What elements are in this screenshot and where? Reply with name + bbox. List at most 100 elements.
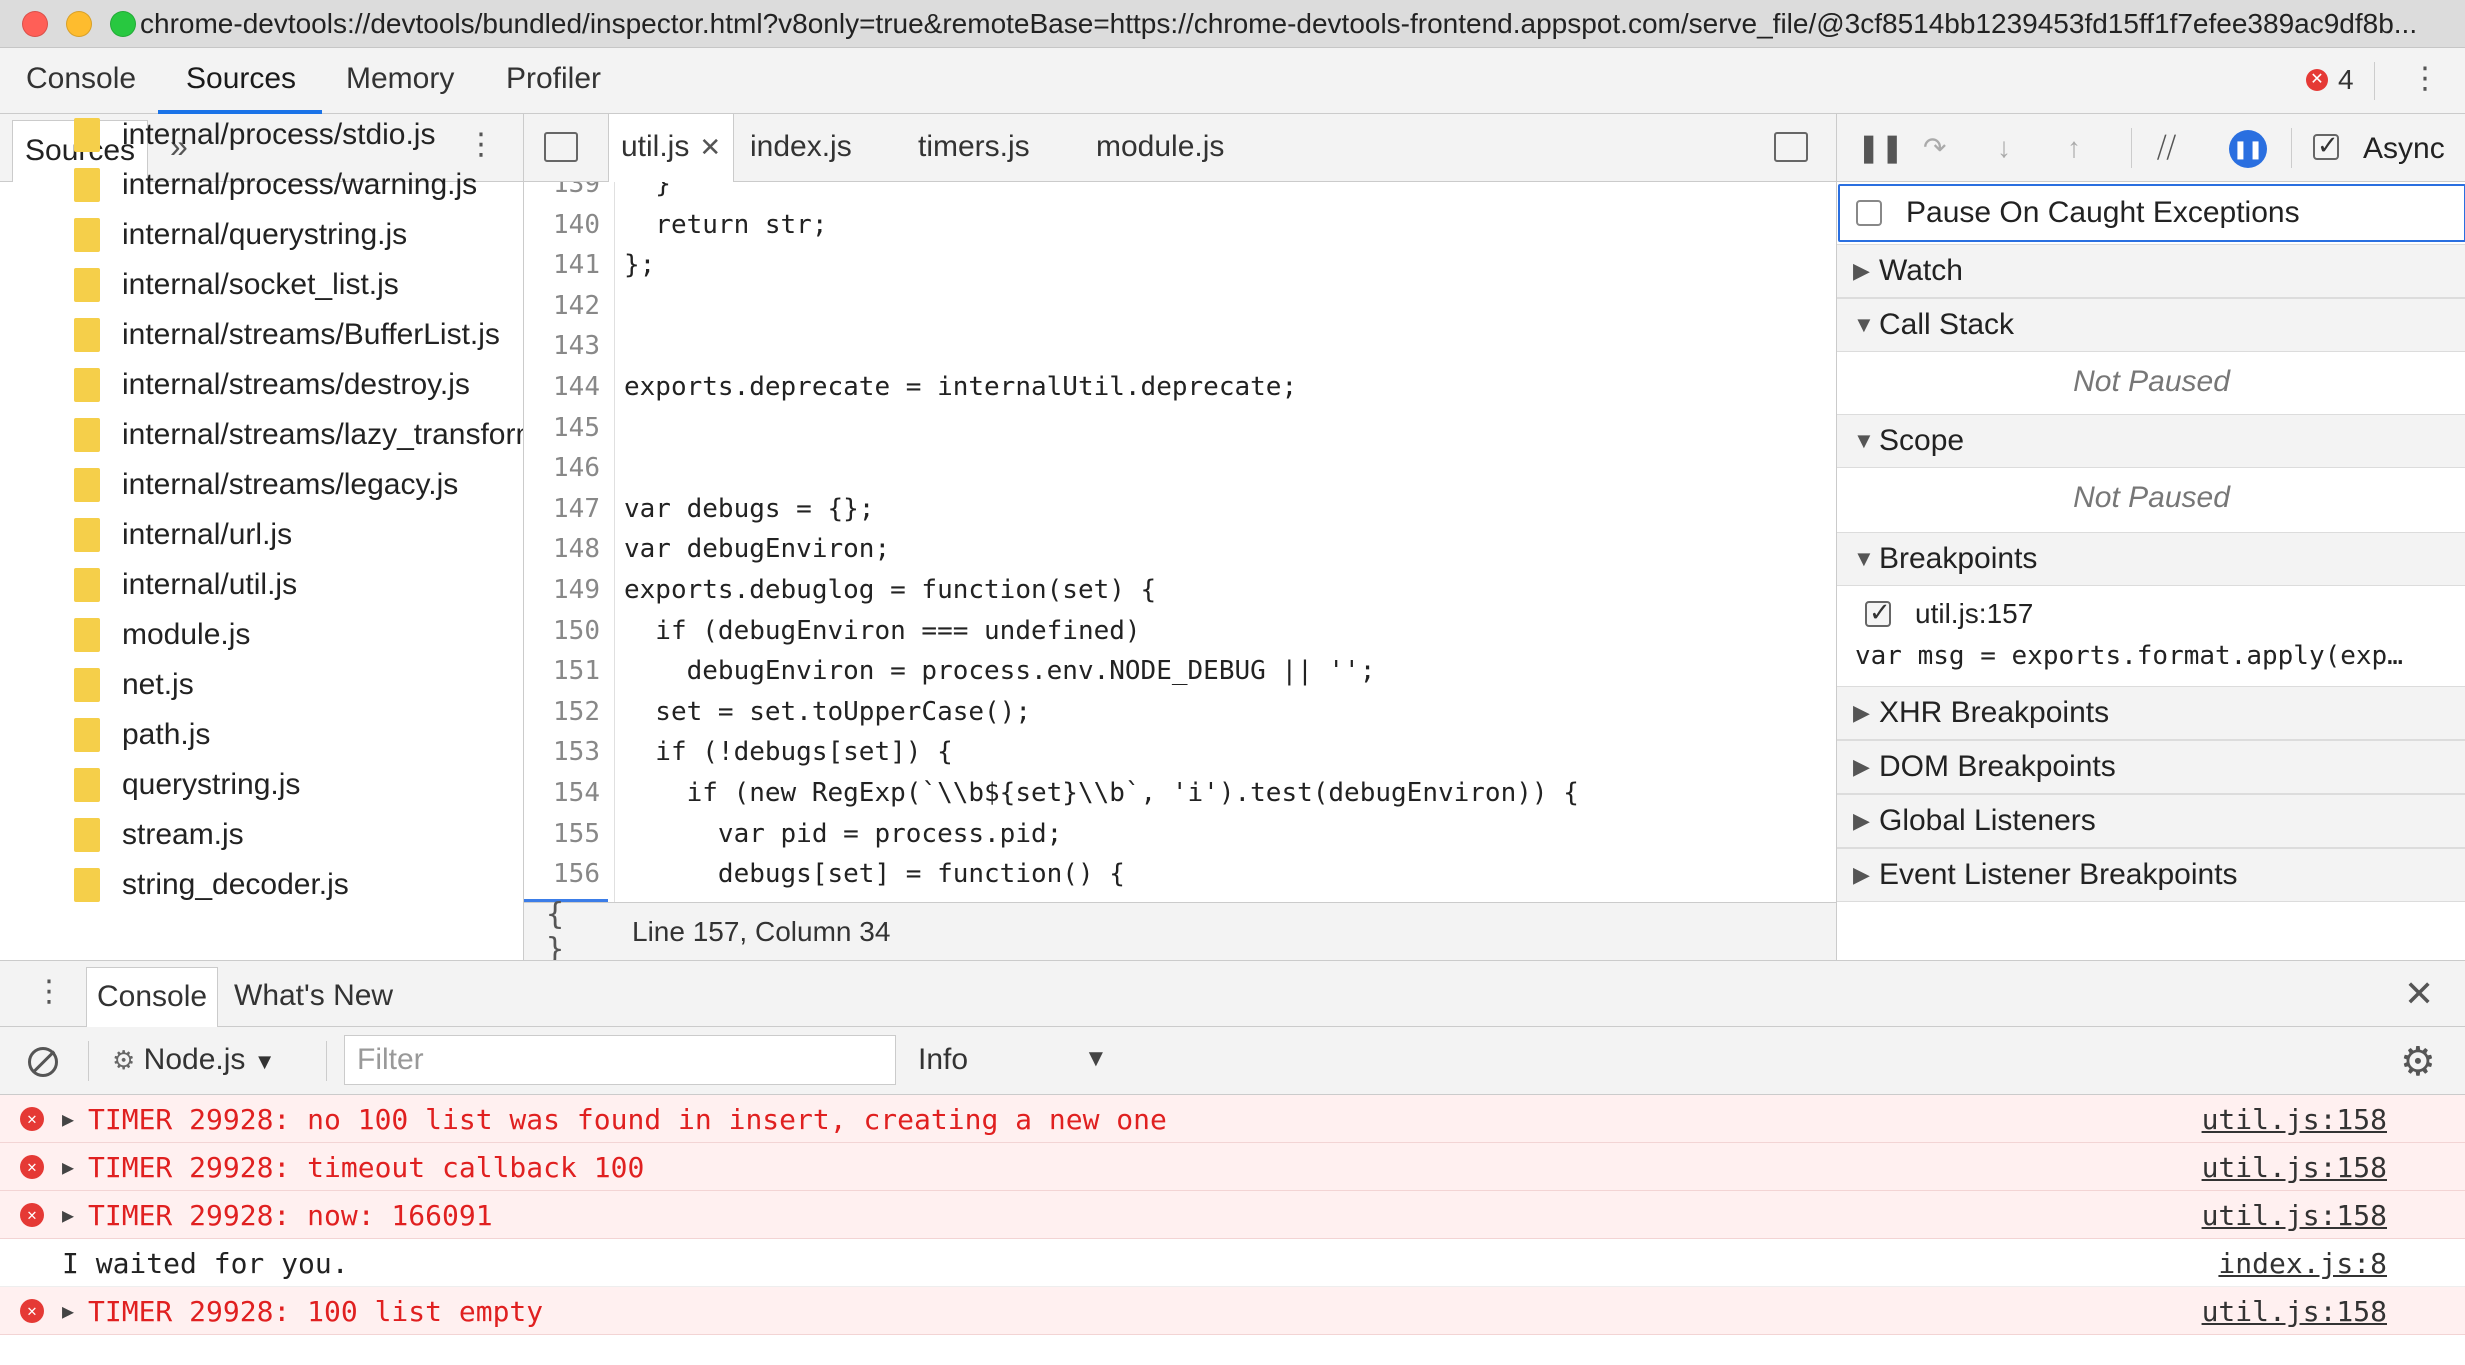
file-tree-item[interactable]: internal/streams/lazy_transform.js [0,410,523,460]
file-tree-item[interactable]: internal/streams/destroy.js [0,360,523,410]
message-source-link[interactable]: util.js:158 [2202,1151,2387,1184]
chevron-down-icon[interactable]: ▼ [1084,1045,1108,1073]
tab-console[interactable]: Console [26,48,136,114]
line-number[interactable]: 141 [524,249,608,281]
code-line[interactable]: 144 exports.deprecate = internalUtil.depr… [524,371,1836,403]
error-counter[interactable]: ✕ 4 [2306,64,2354,96]
file-tree-item[interactable]: internal/querystring.js [0,210,523,260]
code-line[interactable]: 139 } [524,182,1836,200]
file-tree-item[interactable]: stream.js [0,810,523,860]
line-number[interactable]: 147 [524,493,608,525]
scope-section[interactable]: ▼ Scope [1837,414,2465,468]
line-number[interactable]: 140 [524,209,608,241]
file-tree-item[interactable]: path.js [0,710,523,760]
event-listener-breakpoints-section[interactable]: ▶ Event Listener Breakpoints [1837,848,2465,902]
line-number[interactable]: 149 [524,574,608,606]
pause-on-exceptions-icon[interactable]: ❚❚ [2229,130,2267,168]
tab-sources[interactable]: Sources [157,48,323,114]
file-tree-item[interactable]: internal/streams/legacy.js [0,460,523,510]
code-line[interactable]: 141}; [524,249,1836,281]
context-selector[interactable]: ⚙ Node.js ▼ [112,1043,276,1077]
call-stack-section[interactable]: ▼ Call Stack [1837,298,2465,352]
code-line[interactable]: 153 if (!debugs[set]) { [524,736,1836,768]
tab-profiler[interactable]: Profiler [506,48,601,114]
console-message[interactable]: ✕ ▶ TIMER 29928: timeout callback 100 util.… [0,1143,2465,1191]
line-number[interactable]: 154 [524,777,608,809]
toggle-navigator-icon[interactable] [544,132,578,162]
line-number[interactable]: 143 [524,330,608,362]
filter-input[interactable] [344,1035,896,1085]
file-tree-item[interactable]: net.js [0,660,523,710]
console-message[interactable]: ✕ ▶ TIMER 29928: now: 166091 util.js:158 [0,1191,2465,1239]
file-tree-item[interactable]: internal/process/warning.js [0,160,523,210]
close-window-button[interactable] [22,10,48,37]
clear-console-icon[interactable] [28,1047,58,1077]
zoom-window-button[interactable] [110,10,136,37]
line-number[interactable]: 151 [524,655,608,687]
code-view[interactable]: 139 } 140 return str; 141}; 142 143 144 export… [524,182,1836,902]
drawer-tab-whats-new[interactable]: What's New [224,967,403,1027]
message-source-link[interactable]: index.js:8 [2218,1247,2387,1280]
editor-tab-util[interactable]: util.js ✕ [608,114,735,182]
expand-icon[interactable]: ▶ [62,1299,74,1323]
watch-section[interactable]: ▶ Watch [1837,244,2465,298]
global-listeners-section[interactable]: ▶ Global Listeners [1837,794,2465,848]
console-settings-icon[interactable]: ⚙ [2400,1039,2436,1085]
xhr-breakpoints-section[interactable]: ▶ XHR Breakpoints [1837,686,2465,740]
drawer-tab-console[interactable]: Console [86,967,219,1027]
toggle-debugger-icon[interactable] [1774,132,1808,162]
code-line[interactable]: 148 var debugEnviron; [524,533,1836,565]
log-level-selector[interactable]: Info [918,1043,968,1077]
console-message[interactable]: ✕ ▶ TIMER 29928: 100 list empty util.js:158 [0,1287,2465,1335]
deactivate-breakpoints-icon[interactable]: ⧸⧸ [2157,134,2176,162]
expand-icon[interactable]: ▶ [62,1203,74,1227]
pause-icon[interactable]: ❚❚ [1857,134,1904,162]
code-line[interactable]: 146 [524,452,1836,484]
file-tree-item[interactable]: internal/util.js [0,560,523,610]
line-number[interactable]: 142 [524,290,608,322]
editor-tab-index[interactable]: index.js [750,114,852,182]
breakpoint-checkbox[interactable] [1865,597,1891,628]
pause-on-caught-checkbox[interactable] [1856,200,1882,226]
file-tree-item[interactable]: internal/socket_list.js [0,260,523,310]
file-tree-item[interactable]: internal/streams/BufferList.js [0,310,523,360]
close-drawer-icon[interactable]: ✕ [2404,973,2434,1015]
message-source-link[interactable]: util.js:158 [2202,1199,2387,1232]
code-line[interactable]: 156 debugs[set] = function() { [524,858,1836,890]
line-number[interactable]: 153 [524,736,608,768]
file-tree-item[interactable]: querystring.js [0,760,523,810]
minimize-window-button[interactable] [66,10,92,37]
line-number[interactable]: 146 [524,452,608,484]
line-number[interactable]: 156 [524,858,608,890]
line-number[interactable]: 155 [524,818,608,850]
file-tree-item[interactable]: module.js [0,610,523,660]
pause-on-caught-exceptions-row[interactable]: Pause On Caught Exceptions [1838,184,2465,242]
close-tab-icon[interactable]: ✕ [699,132,721,162]
code-line[interactable]: 145 [524,412,1836,444]
line-number[interactable]: 145 [524,412,608,444]
dom-breakpoints-section[interactable]: ▶ DOM Breakpoints [1837,740,2465,794]
drawer-menu-icon[interactable]: ⋮ [34,977,64,1007]
console-message[interactable]: I waited for you. index.js:8 [0,1239,2465,1287]
pretty-print-button[interactable]: { } [546,897,590,967]
editor-tab-module[interactable]: module.js [1096,114,1224,182]
tab-memory[interactable]: Memory [346,48,454,114]
async-checkbox[interactable] [2313,130,2339,161]
code-line[interactable]: 150 if (debugEnviron === undefined) [524,615,1836,647]
code-line[interactable]: 142 [524,290,1836,322]
code-line[interactable]: 140 return str; [524,209,1836,241]
message-source-link[interactable]: util.js:158 [2202,1103,2387,1136]
console-message[interactable]: ✕ ▶ TIMER 29928: no 100 list was found in … [0,1095,2465,1143]
code-line[interactable]: 143 [524,330,1836,362]
message-source-link[interactable]: util.js:158 [2202,1295,2387,1328]
file-tree-item[interactable]: internal/process/stdio.js [0,114,523,160]
code-line[interactable]: 147 var debugs = {}; [524,493,1836,525]
code-line[interactable]: 154 if (new RegExp(`\\b${set}\\b`, 'i').… [524,777,1836,809]
more-options-icon[interactable]: ⋮ [2410,64,2440,94]
breakpoint-item[interactable]: util.js:157 [1837,592,2465,636]
step-over-icon[interactable]: ↷ [1923,134,1946,162]
line-number[interactable]: 150 [524,615,608,647]
line-number[interactable]: 148 [524,533,608,565]
code-line[interactable]: 151 debugEnviron = process.env.NODE_DEBU… [524,655,1836,687]
step-out-icon[interactable]: ↑ [2067,134,2081,162]
